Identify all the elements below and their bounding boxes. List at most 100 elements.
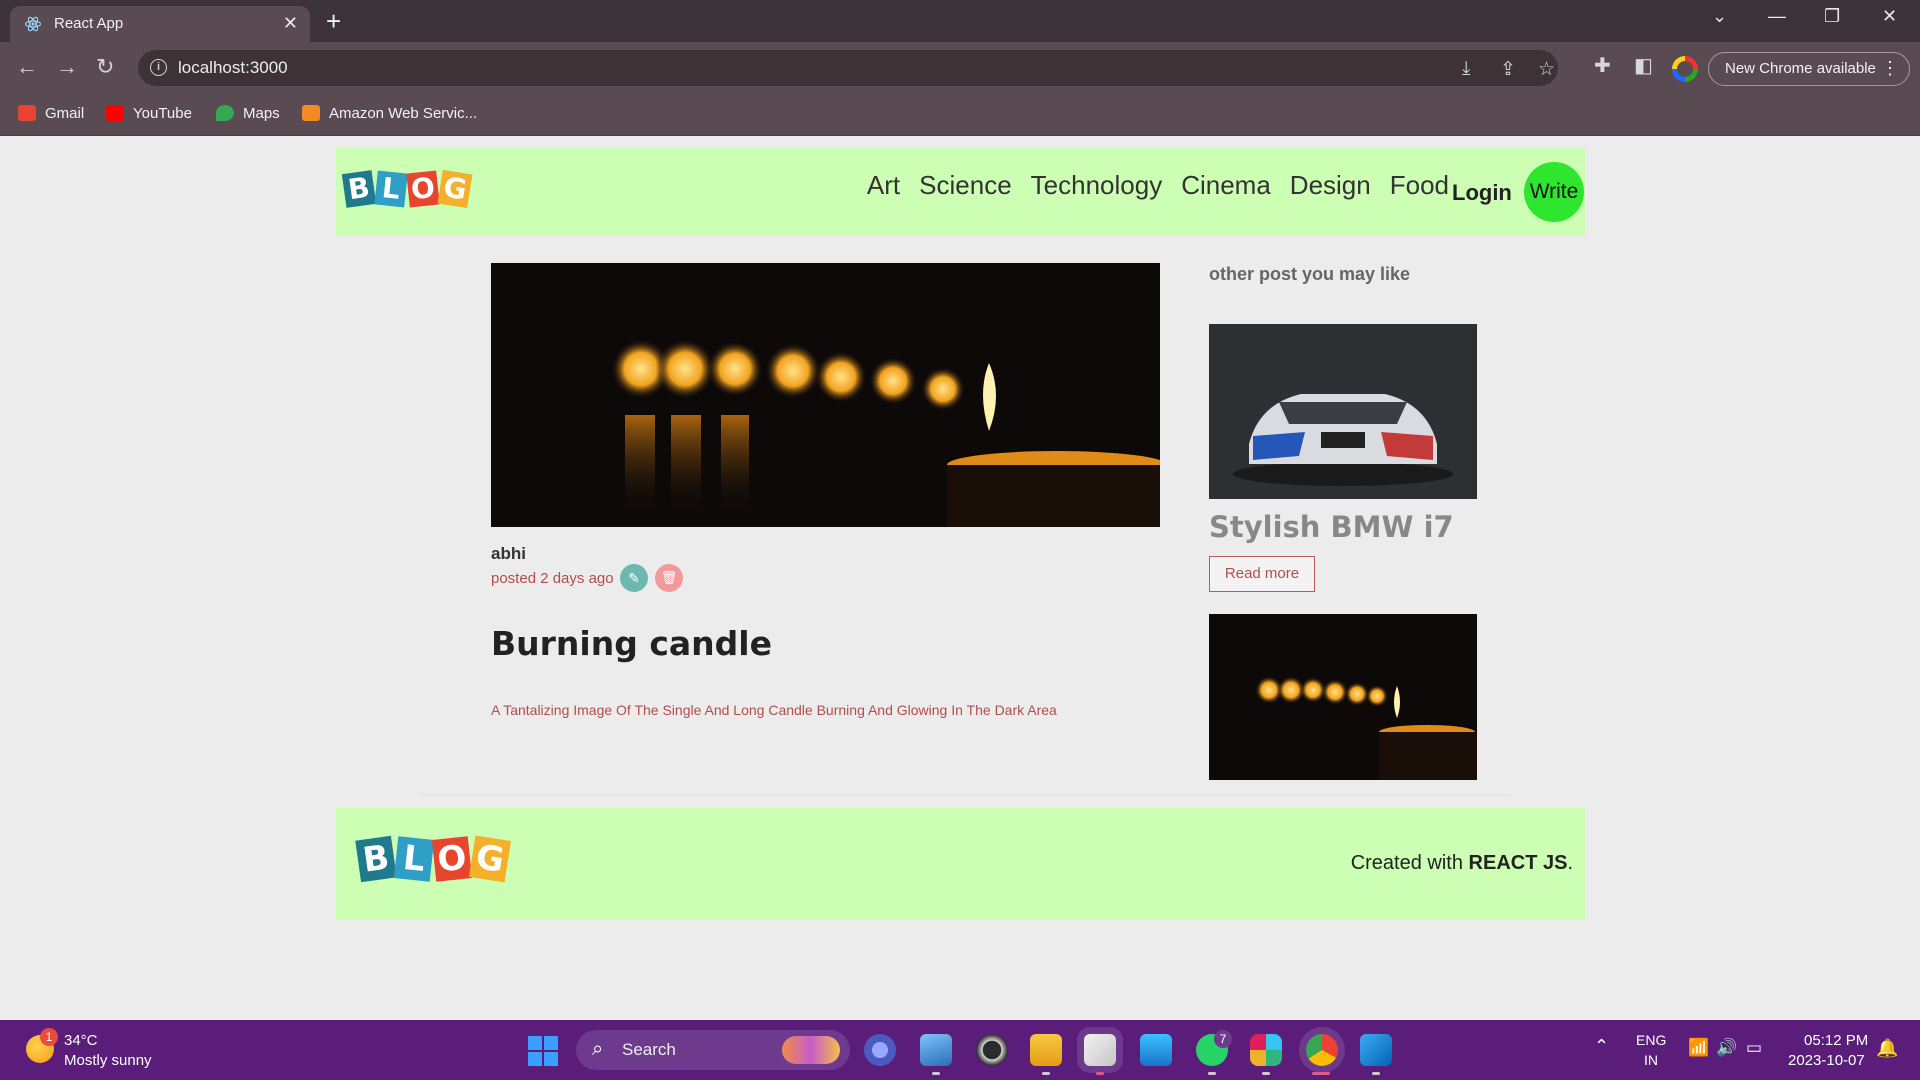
snipping-tool-icon[interactable] — [1084, 1034, 1116, 1066]
chrome-update-button[interactable]: New Chrome available ⋮ — [1708, 52, 1910, 86]
logo-letter: G — [437, 169, 473, 209]
forward-icon[interactable]: → — [56, 54, 78, 80]
bookmark-maps[interactable]: Maps — [216, 105, 280, 122]
photos-icon[interactable] — [920, 1034, 952, 1066]
weather-description[interactable]: Mostly sunny — [64, 1052, 152, 1069]
wifi-icon[interactable]: 📶 — [1688, 1038, 1709, 1058]
bookmark-label: Maps — [243, 105, 280, 122]
nav-cinema[interactable]: Cinema — [1181, 170, 1271, 201]
obs-icon[interactable] — [976, 1034, 1008, 1066]
menu-dots-icon[interactable]: ⋮ — [1881, 58, 1899, 79]
share-icon[interactable]: ⇪ — [1500, 58, 1516, 81]
url-text[interactable]: localhost:3000 — [178, 58, 288, 78]
running-indicator — [932, 1072, 940, 1075]
minimize-icon[interactable]: — — [1768, 6, 1786, 27]
running-indicator — [1042, 1072, 1050, 1075]
edit-icon[interactable]: ✎ — [620, 564, 648, 592]
file-explorer-icon[interactable] — [1030, 1034, 1062, 1066]
vscode-icon[interactable] — [1360, 1034, 1392, 1066]
running-indicator — [1262, 1072, 1270, 1075]
tab-search-chevron-icon[interactable]: ⌄ — [1712, 6, 1727, 27]
taskbar-search[interactable]: ⌕ Search — [576, 1030, 850, 1070]
volume-icon[interactable]: 🔊 — [1716, 1038, 1737, 1058]
bookmark-label: Amazon Web Servic... — [329, 105, 478, 122]
nav-design[interactable]: Design — [1290, 170, 1371, 201]
taskbar: 1 34°C Mostly sunny ⌕ Search 7 ⌃ ENG IN … — [0, 1020, 1920, 1080]
site-footer: B L O G Created with REACT JS. — [336, 808, 1585, 920]
side-panel-icon[interactable]: ◧ — [1634, 53, 1653, 78]
reload-icon[interactable]: ↻ — [96, 54, 114, 80]
extensions-icon[interactable]: ✚ — [1594, 53, 1611, 78]
gmail-icon — [18, 105, 36, 121]
nav-art[interactable]: Art — [867, 170, 900, 201]
logo-letter: O — [431, 836, 473, 882]
language-region[interactable]: IN — [1644, 1052, 1658, 1068]
whatsapp-badge: 7 — [1214, 1030, 1232, 1048]
install-icon[interactable]: ⤓ — [1462, 58, 1470, 80]
login-link[interactable]: Login — [1452, 180, 1512, 206]
weather-temperature[interactable]: 34°C — [64, 1032, 98, 1049]
category-nav: Art Science Technology Cinema Design Foo… — [867, 170, 1449, 201]
address-bar[interactable]: i localhost:3000 ⤓ ⇪ ☆ — [138, 50, 1558, 86]
candle-image — [611, 339, 1160, 527]
search-label: Search — [622, 1040, 676, 1059]
restore-icon[interactable]: ❐ — [1824, 6, 1840, 27]
language-code[interactable]: ENG — [1636, 1032, 1666, 1048]
nav-food[interactable]: Food — [1390, 170, 1449, 201]
post-author: abhi — [491, 544, 526, 563]
windows-start-icon[interactable] — [528, 1036, 558, 1066]
blog-logo[interactable]: B L O G — [341, 169, 473, 209]
search-icon: ⌕ — [592, 1038, 604, 1060]
bookmark-youtube[interactable]: YouTube — [106, 105, 192, 122]
footer-logo[interactable]: B L O G — [355, 835, 512, 883]
settings-icon[interactable] — [864, 1034, 896, 1066]
bookmark-star-icon[interactable]: ☆ — [1538, 58, 1555, 81]
nav-technology[interactable]: Technology — [1031, 170, 1163, 201]
write-button[interactable]: Write — [1524, 162, 1584, 222]
profile-avatar-icon[interactable] — [1672, 56, 1698, 82]
candle-thumb-image — [1255, 676, 1477, 780]
site-header: B L O G Art Science Technology Cinema De… — [336, 148, 1585, 236]
bookmark-aws[interactable]: Amazon Web Servic... — [302, 105, 477, 122]
search-highlight-icon — [782, 1036, 840, 1064]
clock-time[interactable]: 05:12 PM — [1804, 1032, 1868, 1049]
post-date: posted 2 days ago — [491, 570, 614, 587]
react-icon — [24, 16, 42, 32]
new-tab-button[interactable]: + — [326, 6, 341, 36]
browser-tab[interactable]: React App ✕ — [10, 6, 310, 42]
chrome-icon[interactable] — [1306, 1034, 1338, 1066]
close-tab-icon[interactable]: ✕ — [283, 13, 298, 34]
read-more-button[interactable]: Read more — [1209, 556, 1315, 592]
related-post-title[interactable]: Stylish BMW i7 — [1209, 510, 1454, 544]
delete-icon[interactable]: 🗑 — [655, 564, 683, 592]
bookmark-label: YouTube — [133, 105, 192, 122]
car-image — [1209, 324, 1477, 499]
logo-letter: O — [406, 170, 440, 208]
notification-bell-icon[interactable]: 🔔 — [1876, 1038, 1898, 1059]
weather-badge: 1 — [40, 1028, 58, 1046]
slack-icon[interactable] — [1250, 1034, 1282, 1066]
nav-science[interactable]: Science — [919, 170, 1012, 201]
running-indicator — [1372, 1072, 1380, 1075]
footer-tech: REACT JS — [1468, 852, 1568, 874]
logo-letter: L — [374, 170, 408, 208]
site-info-icon[interactable]: i — [150, 59, 167, 76]
footer-suffix: . — [1567, 852, 1573, 874]
related-heading: other post you may like — [1209, 264, 1411, 284]
back-icon[interactable]: ← — [16, 54, 38, 80]
bmw-image[interactable] — [1209, 324, 1477, 499]
close-window-icon[interactable]: ✕ — [1882, 6, 1897, 27]
web-page: B L O G Art Science Technology Cinema De… — [0, 136, 1920, 1020]
footer-credit: Created with REACT JS. — [1351, 852, 1573, 875]
clock-date[interactable]: 2023-10-07 — [1788, 1052, 1865, 1069]
running-indicator — [1096, 1072, 1104, 1075]
battery-icon[interactable]: ▭ — [1746, 1038, 1762, 1058]
candle-thumbnail[interactable] — [1209, 614, 1477, 780]
logo-letter: G — [468, 835, 512, 883]
tray-overflow-icon[interactable]: ⌃ — [1594, 1036, 1609, 1057]
browser-toolbar: ← → ↻ i localhost:3000 ⤓ ⇪ ☆ ✚ ◧ New Chr… — [0, 42, 1920, 94]
running-indicator — [1208, 1072, 1216, 1075]
bookmark-gmail[interactable]: Gmail — [18, 105, 84, 122]
youtube-icon — [106, 105, 124, 121]
remote-desktop-icon[interactable] — [1140, 1034, 1172, 1066]
